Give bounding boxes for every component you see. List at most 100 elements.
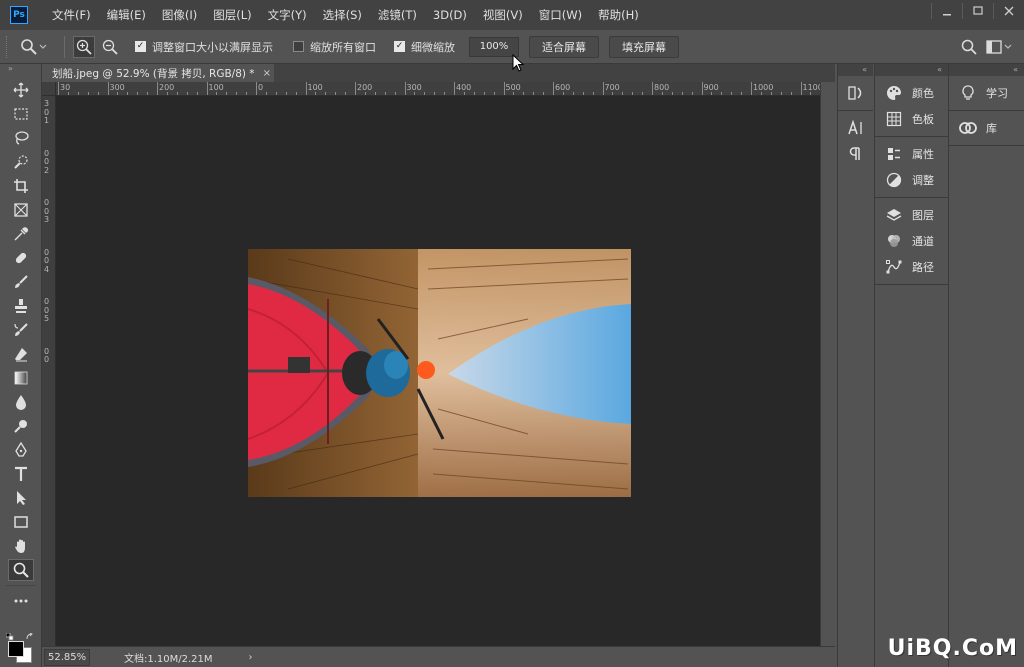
paragraph-panel-button[interactable] bbox=[838, 141, 873, 167]
status-bar: 52.85% 文档:1.10M/2.21M › bbox=[42, 646, 835, 667]
adjustments-icon bbox=[886, 172, 902, 188]
workspace-icon bbox=[986, 40, 1012, 54]
ruler-label: 5 bbox=[44, 314, 50, 323]
zoom-all-windows-checkbox[interactable] bbox=[293, 41, 304, 52]
tool-preset-picker[interactable] bbox=[20, 38, 60, 56]
marquee-tool[interactable] bbox=[0, 102, 42, 126]
move-tool[interactable] bbox=[0, 78, 42, 102]
dodge-tool[interactable] bbox=[0, 414, 42, 438]
character-icon bbox=[847, 119, 862, 135]
properties-panel-tab[interactable]: 属性 bbox=[875, 141, 948, 167]
ruler-minor-tick bbox=[166, 92, 168, 95]
vertical-scrollbar[interactable] bbox=[820, 82, 835, 646]
path-selection-tool[interactable] bbox=[0, 486, 42, 510]
zoom-level-field[interactable]: 52.85% bbox=[44, 648, 90, 666]
fit-screen-button[interactable]: 适合屏幕 bbox=[529, 35, 599, 58]
panel-column-collapse[interactable]: « bbox=[875, 64, 948, 76]
eyedropper-tool[interactable] bbox=[0, 222, 42, 246]
swatches-panel-tab[interactable]: 色板 bbox=[875, 106, 948, 132]
menu-help[interactable]: 帮助(H) bbox=[590, 0, 647, 30]
edit-toolbar-button[interactable] bbox=[0, 589, 42, 613]
document-tab[interactable]: 划船.jpeg @ 52.9% (背景 拷贝, RGB/8) * × bbox=[42, 64, 274, 82]
zoom-out-button[interactable] bbox=[99, 36, 121, 58]
resize-windows-option[interactable]: ✓ 调整窗口大小以满屏显示 bbox=[135, 39, 273, 55]
default-colors-icon[interactable] bbox=[6, 633, 16, 641]
channels-panel-tab[interactable]: 通道 bbox=[875, 228, 948, 254]
eraser-tool[interactable] bbox=[0, 342, 42, 366]
history-panel-button[interactable] bbox=[838, 80, 873, 106]
frame-tool[interactable] bbox=[0, 198, 42, 222]
swap-colors-icon[interactable] bbox=[26, 633, 36, 641]
menu-image[interactable]: 图像(I) bbox=[154, 0, 205, 30]
libraries-panel-tab[interactable]: 库 bbox=[949, 115, 1024, 141]
menu-edit[interactable]: 编辑(E) bbox=[99, 0, 154, 30]
ruler-minor-tick bbox=[810, 92, 812, 95]
workspace-switcher[interactable] bbox=[984, 36, 1014, 58]
quick-selection-tool[interactable] bbox=[0, 150, 42, 174]
menu-filter[interactable]: 滤镜(T) bbox=[370, 0, 425, 30]
color-swatches[interactable] bbox=[6, 633, 38, 663]
type-icon bbox=[15, 466, 27, 481]
fill-screen-button[interactable]: 填充屏幕 bbox=[609, 35, 679, 58]
maximize-button[interactable] bbox=[963, 0, 993, 22]
pen-tool[interactable] bbox=[0, 438, 42, 462]
document-image[interactable] bbox=[248, 249, 631, 497]
color-panel-tab[interactable]: 颜色 bbox=[875, 80, 948, 106]
status-menu-arrow[interactable]: › bbox=[249, 652, 253, 663]
scrubby-zoom-checkbox[interactable]: ✓ bbox=[394, 41, 405, 52]
resize-windows-checkbox[interactable]: ✓ bbox=[135, 41, 146, 52]
crop-tool[interactable] bbox=[0, 174, 42, 198]
zoom-tool[interactable] bbox=[0, 558, 42, 582]
ruler-origin[interactable] bbox=[42, 82, 56, 96]
minimize-button[interactable] bbox=[932, 0, 962, 22]
menu-layer[interactable]: 图层(L) bbox=[205, 0, 259, 30]
adjustments-panel-tab[interactable]: 调整 bbox=[875, 167, 948, 193]
gradient-tool[interactable] bbox=[0, 366, 42, 390]
character-panel-button[interactable] bbox=[838, 115, 873, 141]
menu-window[interactable]: 窗口(W) bbox=[531, 0, 590, 30]
panel-column2-collapse[interactable]: « bbox=[949, 64, 1024, 76]
history-brush-tool[interactable] bbox=[0, 318, 42, 342]
scrubby-zoom-option[interactable]: ✓ 细微缩放 bbox=[394, 39, 455, 55]
menu-type[interactable]: 文字(Y) bbox=[260, 0, 315, 30]
history-brush-icon bbox=[14, 323, 28, 336]
menu-3d[interactable]: 3D(D) bbox=[425, 0, 475, 30]
menu-select[interactable]: 选择(S) bbox=[315, 0, 370, 30]
brush-tool[interactable] bbox=[0, 270, 42, 294]
type-tool[interactable] bbox=[0, 462, 42, 486]
panel-strip-collapse[interactable]: « bbox=[838, 64, 873, 76]
hand-tool[interactable] bbox=[0, 534, 42, 558]
layers-panel-tab[interactable]: 图层 bbox=[875, 202, 948, 228]
vertical-ruler[interactable]: 30100200300400500 bbox=[42, 96, 56, 646]
horizontal-ruler[interactable]: 30 300 200 100 0 100 200 300 400 500 600 700 800 900 1… bbox=[56, 82, 820, 96]
close-window-button[interactable] bbox=[994, 0, 1024, 22]
lasso-tool[interactable] bbox=[0, 126, 42, 150]
zoom-in-button[interactable] bbox=[73, 35, 95, 58]
ruler-minor-tick bbox=[87, 92, 89, 95]
options-grip[interactable] bbox=[6, 35, 14, 58]
ruler-label: 0 bbox=[258, 83, 264, 92]
healing-brush-tool[interactable] bbox=[0, 246, 42, 270]
ruler-minor-tick bbox=[434, 92, 436, 95]
menu-file[interactable]: 文件(F) bbox=[44, 0, 99, 30]
zoom-tool-icon bbox=[21, 38, 37, 55]
ruler-minor-tick bbox=[632, 92, 634, 95]
zoom-all-windows-option[interactable]: 缩放所有窗口 bbox=[293, 39, 376, 55]
ruler-label: 0 bbox=[44, 157, 50, 166]
close-document-button[interactable]: × bbox=[263, 68, 271, 79]
toolbar-collapse[interactable]: » bbox=[0, 64, 41, 78]
search-button[interactable] bbox=[958, 36, 980, 58]
foreground-color-swatch[interactable] bbox=[8, 641, 24, 657]
brush-icon bbox=[15, 275, 28, 288]
history-icon bbox=[847, 86, 861, 100]
zoom-out-icon bbox=[102, 39, 118, 55]
photoshop-window: Ps 文件(F) 编辑(E) 图像(I) 图层(L) 文字(Y) 选择(S) 滤… bbox=[0, 0, 1024, 667]
clone-stamp-tool[interactable] bbox=[0, 294, 42, 318]
rectangle-tool[interactable] bbox=[0, 510, 42, 534]
blur-tool[interactable] bbox=[0, 390, 42, 414]
learn-panel-label: 学习 bbox=[986, 87, 1008, 100]
paths-panel-tab[interactable]: 路径 bbox=[875, 254, 948, 280]
learn-panel-tab[interactable]: 学习 bbox=[949, 80, 1024, 106]
menu-view[interactable]: 视图(V) bbox=[475, 0, 531, 30]
canvas-area[interactable] bbox=[56, 96, 820, 646]
